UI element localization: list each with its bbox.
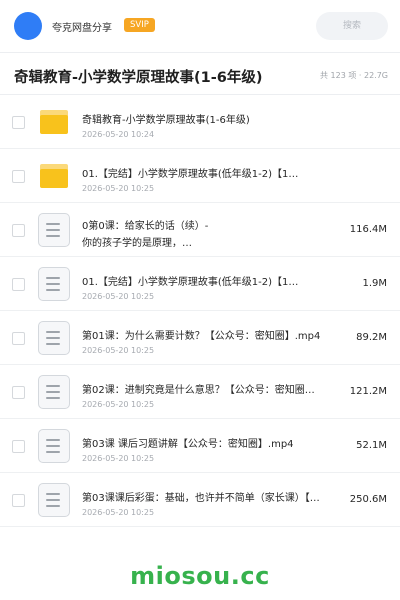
list-item[interactable]: 第03课课后彩蛋：基础，也许并不简单（家长课）【公… 2026-05-20 10… <box>0 473 400 527</box>
item-name: 01.【完结】小学数学原理故事(低年级1-2)【1… <box>82 169 299 180</box>
folder-icon <box>40 164 68 188</box>
page-title: 奇辑教育-小学数学原理故事(1-6年级) <box>14 70 263 86</box>
item-checkbox[interactable] <box>12 116 25 129</box>
svip-badge: SVIP <box>124 18 155 32</box>
document-icon <box>38 321 70 355</box>
top-bar: 夸克网盘分享 SVIP 搜索 <box>0 0 400 52</box>
item-size: 250.6M <box>349 494 387 505</box>
item-size: 89.2M <box>356 332 387 343</box>
item-size: 116.4M <box>349 224 387 235</box>
document-icon <box>38 213 70 247</box>
list-item[interactable]: 01.【完结】小学数学原理故事(低年级1-2)【1… 2026-05-20 10… <box>0 257 400 311</box>
user-name: 夸克网盘分享 <box>52 23 112 34</box>
list-item[interactable]: 第02课：进制究竟是什么意思？【公众号：密知圈】.… 2026-05-20 10… <box>0 365 400 419</box>
item-date: 2026-05-20 10:25 <box>82 184 155 193</box>
search-input[interactable]: 搜索 <box>316 12 388 40</box>
item-date: 2026-05-20 10:24 <box>82 130 155 139</box>
list-item[interactable]: 0第0课：给家长的话（续）- 你的孩子学的是原理，… 116.4M <box>0 203 400 257</box>
item-count-meta: 共 123 项 · 22.7G <box>320 71 388 80</box>
item-checkbox[interactable] <box>12 278 25 291</box>
item-checkbox[interactable] <box>12 224 25 237</box>
item-date: 2026-05-20 10:25 <box>82 400 155 409</box>
document-icon <box>38 429 70 463</box>
item-name: 第02课：进制究竟是什么意思？【公众号：密知圈】.… <box>82 385 322 396</box>
item-checkbox[interactable] <box>12 386 25 399</box>
item-size: 121.2M <box>349 386 387 397</box>
list-item[interactable]: 01.【完结】小学数学原理故事(低年级1-2)【1… 2026-05-20 10… <box>0 149 400 203</box>
item-name: 01.【完结】小学数学原理故事(低年级1-2)【1… <box>82 277 299 288</box>
item-size: 52.1M <box>356 440 387 451</box>
item-checkbox[interactable] <box>12 170 25 183</box>
folder-icon <box>40 110 68 134</box>
item-date: 2026-05-20 10:25 <box>82 292 155 301</box>
item-date: 2026-05-20 10:25 <box>82 346 155 355</box>
item-date: 2026-05-20 10:25 <box>82 454 155 463</box>
item-name-line2: 你的孩子学的是原理，… <box>82 238 192 249</box>
item-size: 1.9M <box>362 278 387 289</box>
watermark: miosou.cc <box>130 562 270 590</box>
list-item[interactable]: 第03课 课后习题讲解【公众号：密知圈】.mp4 2026-05-20 10:2… <box>0 419 400 473</box>
item-checkbox[interactable] <box>12 440 25 453</box>
item-name: 第01课：为什么需要计数？【公众号：密知圈】.mp4 <box>82 331 321 342</box>
item-checkbox[interactable] <box>12 332 25 345</box>
item-name: 0第0课：给家长的话（续）- <box>82 221 209 232</box>
list-item[interactable]: 第01课：为什么需要计数？【公众号：密知圈】.mp4 2026-05-20 10… <box>0 311 400 365</box>
item-name: 第03课课后彩蛋：基础，也许并不简单（家长课）【公… <box>82 493 322 504</box>
item-name: 奇辑教育-小学数学原理故事(1-6年级) <box>82 115 250 126</box>
item-date: 2026-05-20 10:25 <box>82 508 155 517</box>
document-icon <box>38 375 70 409</box>
document-icon <box>38 267 70 301</box>
item-name: 第03课 课后习题讲解【公众号：密知圈】.mp4 <box>82 439 294 450</box>
avatar[interactable] <box>14 12 42 40</box>
document-icon <box>38 483 70 517</box>
list-item[interactable]: 奇辑教育-小学数学原理故事(1-6年级) 2026-05-20 10:24 <box>0 95 400 149</box>
item-checkbox[interactable] <box>12 494 25 507</box>
file-list: 奇辑教育-小学数学原理故事(1-6年级) 2026-05-20 10:24 01… <box>0 95 400 527</box>
header-divider <box>0 52 400 53</box>
